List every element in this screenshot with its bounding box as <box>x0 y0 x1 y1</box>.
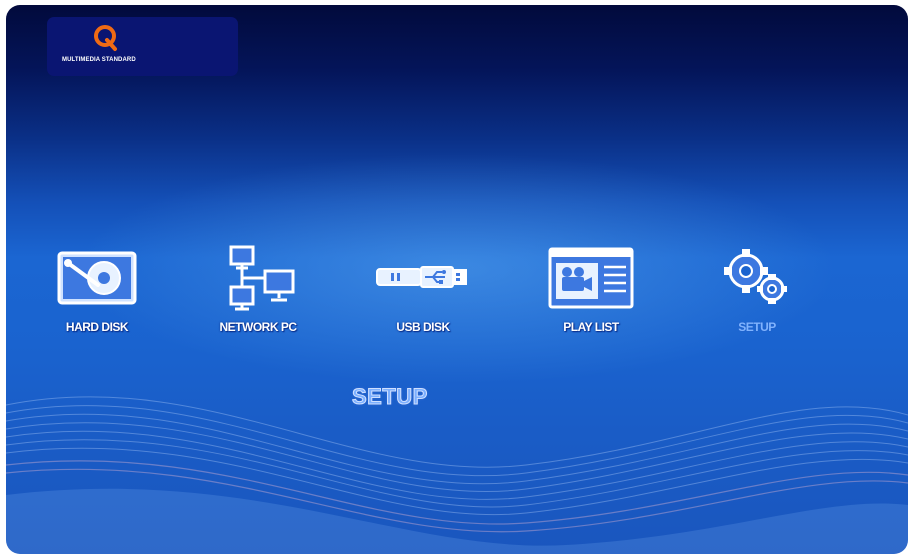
gears-icon <box>724 249 787 304</box>
decorative-waves <box>6 396 908 554</box>
q-logo-icon <box>94 25 117 51</box>
menu-item-usb-disk[interactable]: USB DISK <box>353 245 493 340</box>
menu-item-hard-disk[interactable]: HARD DISK <box>27 245 167 340</box>
network-pc-icon <box>229 245 295 311</box>
usb-disk-icon <box>376 266 467 288</box>
menu-label: NETWORK PC <box>219 320 298 334</box>
menu-label: USB DISK <box>396 320 450 334</box>
menu-item-network-pc[interactable]: NETWORK PC <box>188 245 328 340</box>
menu-label-selected: SETUP <box>738 320 776 334</box>
tv-screen: MULTIMEDIA STANDARD HARD DISK NETWORK PC… <box>6 5 908 554</box>
brand-logo: MULTIMEDIA STANDARD <box>47 17 238 76</box>
menu-label: HARD DISK <box>65 320 129 334</box>
section-title: SETUP <box>352 384 428 410</box>
menu-label: PLAY LIST <box>563 320 619 334</box>
hard-disk-icon <box>57 251 137 305</box>
playlist-icon <box>548 247 634 309</box>
menu-item-setup[interactable]: SETUP <box>687 245 827 340</box>
brand-logo-text: MULTIMEDIA STANDARD <box>62 57 136 63</box>
menu-item-play-list[interactable]: PLAY LIST <box>521 245 661 340</box>
